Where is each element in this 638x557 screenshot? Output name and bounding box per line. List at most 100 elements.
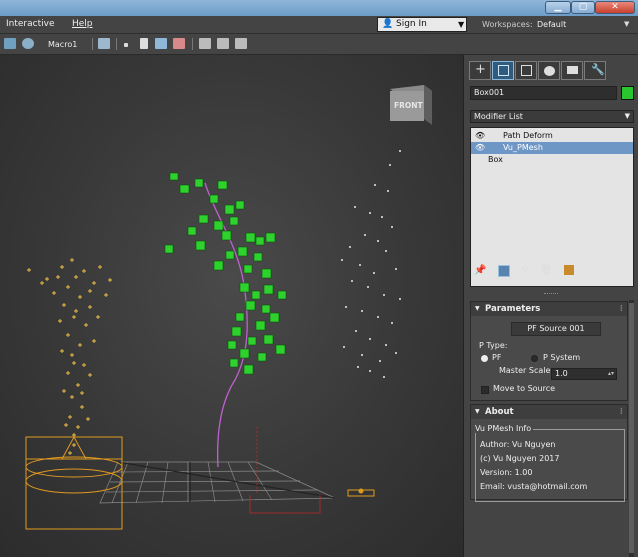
ptype-pf-label: PF [492, 353, 502, 362]
about-rollout-header[interactable]: ▼ About ⁝ [471, 405, 627, 419]
email-line: Email: vusta@hotmail.com [480, 482, 588, 491]
collapse-icon: ▼ [475, 408, 480, 415]
wrench-icon: 🔧 [591, 63, 605, 76]
object-color-swatch[interactable] [621, 86, 634, 100]
viewport-perspective[interactable]: FRONT [0, 55, 464, 557]
pf-source-button[interactable]: PF Source 001 [511, 322, 601, 336]
hierarchy-icon [521, 65, 532, 76]
sign-in-button[interactable]: 👤 Sign In [377, 17, 467, 32]
render-production-icon[interactable] [235, 38, 247, 49]
toolbar-separator [192, 38, 193, 50]
show-end-result-icon[interactable] [498, 265, 510, 277]
hand-icon[interactable] [98, 38, 110, 49]
deform-path-spline [204, 182, 248, 468]
panel-grip[interactable] [544, 293, 558, 296]
tab-utilities[interactable]: 🔧 [584, 61, 606, 80]
vu-pmesh-info-group: Vu PMesh Info Author: Vu Nguyen (c) Vu N… [473, 424, 625, 502]
pin-stack-icon[interactable]: 📌 [474, 265, 486, 277]
menu-interactive[interactable]: Interactive [6, 19, 54, 29]
workspaces-dropdown-icon[interactable]: ▼ [624, 20, 629, 28]
tab-create[interactable]: + [469, 61, 491, 80]
move-to-source-label: Move to Source [493, 384, 556, 393]
home-grid [99, 461, 336, 504]
spinner-arrows-icon[interactable]: ▴▾ [608, 369, 614, 379]
workspaces-label: Workspaces: [482, 20, 533, 29]
window-title-bar: ▁ ▢ ✕ [0, 0, 638, 16]
ptype-psystem-label: P System [543, 353, 581, 362]
toolbar-separator [92, 38, 93, 50]
command-panel: + 🔧 Box001 Modifier List ▼ 👁 Path Deform… [464, 55, 638, 557]
parameters-rollout: ▼ Parameters ⁝ PF Source 001 P Type: PF … [470, 301, 628, 401]
group-title: Vu PMesh Info [473, 424, 534, 433]
parameters-title: Parameters [485, 304, 541, 314]
minimize-icon: ▁ [554, 2, 562, 12]
ptype-pf-radio[interactable] [481, 355, 488, 362]
stack-item-box[interactable]: Box [471, 154, 633, 166]
rollout-handle-icon: ⁝ [619, 407, 623, 417]
yellow-particles [27, 258, 112, 455]
version-line: Version: 1.00 [480, 468, 533, 477]
ptype-label: P Type: [479, 341, 508, 350]
master-scale-value: 1.0 [555, 369, 568, 378]
tab-motion[interactable] [538, 61, 560, 80]
panel-scrollbar-thumb[interactable] [629, 303, 634, 553]
copyright-line: (c) Vu Nguyen 2017 [480, 454, 560, 463]
eye-icon[interactable]: 👁 [475, 142, 485, 154]
menu-help[interactable]: Help [72, 19, 93, 29]
image-icon[interactable] [4, 38, 16, 49]
pflow-source-icon [347, 488, 375, 497]
fish-icon[interactable] [155, 38, 167, 49]
object-name-field[interactable]: Box001 [470, 86, 617, 100]
master-scale-spinner[interactable]: 1.0 ▴▾ [551, 368, 617, 380]
render-setup-icon[interactable] [217, 38, 229, 49]
teapot-icon[interactable] [22, 38, 34, 49]
move-to-source-checkbox[interactable] [481, 386, 489, 394]
workspaces-select[interactable]: Default [537, 20, 566, 29]
particle-emitter [25, 435, 123, 530]
configure-modifier-sets-icon[interactable] [564, 265, 574, 275]
viewcube-label[interactable]: FRONT [394, 101, 423, 110]
stack-tools: 📌 ⚲ 🗑 [470, 262, 634, 282]
stack-item-path-deform[interactable]: 👁 Path Deform [471, 130, 633, 142]
maximize-icon: ▢ [578, 2, 588, 12]
render-frame-icon[interactable] [199, 38, 211, 49]
motion-icon [544, 66, 555, 76]
tab-display[interactable] [561, 61, 583, 80]
trash-icon[interactable]: 🗑 [540, 265, 553, 277]
parameters-rollout-header[interactable]: ▼ Parameters ⁝ [471, 302, 627, 316]
macro-label[interactable]: Macro1 [48, 40, 77, 49]
make-unique-icon[interactable]: ⚲ [522, 265, 534, 277]
about-title: About [485, 407, 514, 417]
toolbar-separator [116, 38, 117, 50]
display-icon [567, 66, 578, 74]
shirt-icon[interactable] [140, 38, 148, 49]
tab-modify[interactable] [492, 61, 514, 80]
white-particles [341, 150, 401, 378]
sign-in-label: Sign In [396, 19, 427, 29]
modify-icon [498, 65, 509, 76]
sign-in-dropdown-icon[interactable]: ▼ [458, 20, 464, 29]
modifier-list-label: Modifier List [474, 112, 523, 121]
maximize-button[interactable]: ▢ [571, 1, 595, 14]
main-toolbar: Macro1 [0, 34, 638, 55]
minimize-button[interactable]: ▁ [545, 1, 571, 14]
red-gizmo [249, 427, 321, 514]
brush-icon[interactable] [173, 38, 185, 49]
dot-icon[interactable] [124, 43, 128, 47]
stack-item-label: Path Deform [503, 131, 553, 140]
close-button[interactable]: ✕ [595, 1, 635, 14]
rollout-handle-icon: ⁝ [619, 304, 623, 314]
green-cubes [164, 172, 287, 375]
master-scale-label: Master Scale [499, 366, 551, 375]
stack-item-label: Box [488, 155, 503, 164]
scene-canvas [25, 85, 432, 530]
ptype-psystem-radio[interactable] [531, 355, 538, 362]
chevron-down-icon: ▼ [624, 112, 630, 120]
modifier-list-dropdown[interactable]: Modifier List ▼ [470, 110, 634, 123]
tab-hierarchy[interactable] [515, 61, 537, 80]
stack-item-label: Vu_PMesh [503, 143, 543, 152]
stack-item-vu-pmesh[interactable]: 👁 Vu_PMesh [471, 142, 633, 154]
about-rollout: ▼ About ⁝ Vu PMesh Info Author: Vu Nguye… [470, 404, 628, 502]
user-icon: 👤 [382, 19, 394, 29]
eye-icon[interactable]: 👁 [475, 130, 485, 142]
